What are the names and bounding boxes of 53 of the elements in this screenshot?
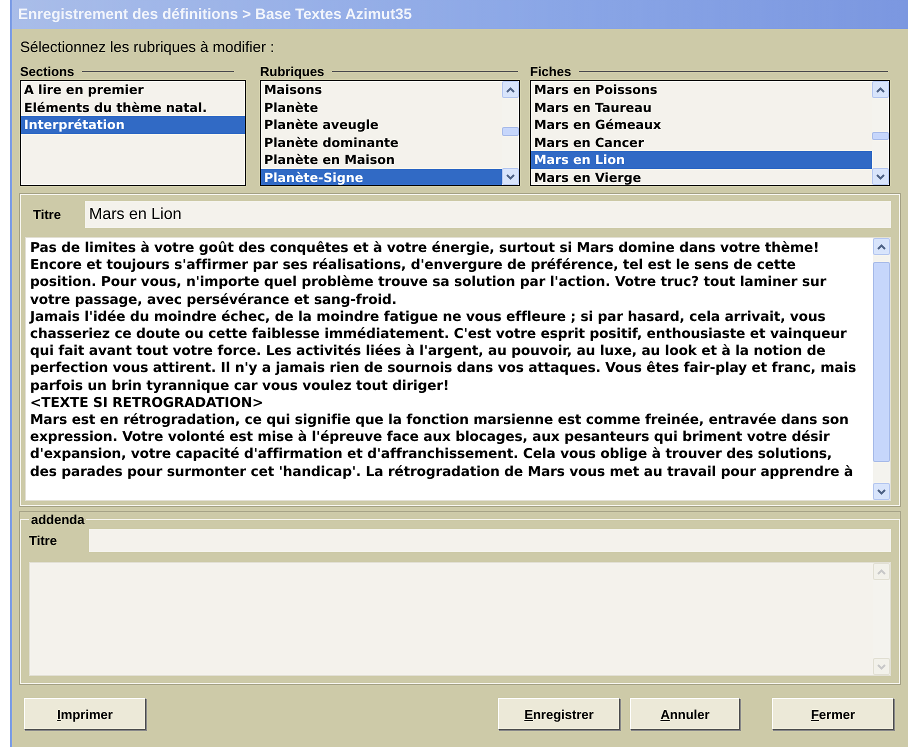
chevron-down-icon	[877, 488, 886, 494]
chevron-down-icon	[877, 664, 886, 670]
body-text: Pas de limites à votre goût des conquêtes et à votre énergie, surtout si Mars domine dans votre thème! Encore et toujours s'affirmer par ses réalisations, d'envergure de préférence, tel est le sens de cette position. Pour vous, n'importe quel problème trouve sa solution par l'action. Votre truc? tout laminer sur votre passage, avec persévérance et sang-froid. Jamais l'idée du moindre échec, de la moindre fatigue ne vous effleure ; si par hasard, cela arrivait, vous chasseriez ce doute ou cette faiblesse immédiatement. C'est votre esprit positif, enthousiaste et vainqueur qui fait avant tout votre force. Les activités liées à l'argent, au pouvoir, au luxe, au look et à la notion de perfection vous attirent. Il n'y a jamais rien de sournois dans vos attaques. Vous êtes fair-play et franc, mais parfois un brin tyrannique car vous voulez tout diriger! <TEXTE SI RETROGRADATION> Mars est en rétrogradation, ce qui signifie que la fonction marsienne est comme freinée, entravée dans son expression. Votre volonté est mise à l'épreuve face aux blocages, aux pesanteurs qui briment votre désir d'expansion, votre capacité d'affirmation et d'affranchissement. Cela vous oblige à trouver des solutions, des parades pour surmonter cet 'handicap'. La rétrogradation de Mars vous met au travail pour apprendre à	[28, 239, 858, 482]
instruction-heading: Sélectionnez les rubriques à modifier :	[20, 39, 276, 57]
list-item[interactable]: Mars en Vierge	[531, 168, 872, 185]
title-label: Titre	[32, 207, 62, 222]
chevron-down-icon	[876, 174, 885, 180]
list-box[interactable]: A lire en premier Eléments du thème natal. Interprétation	[20, 80, 246, 186]
title-field[interactable]	[89, 529, 891, 552]
list-item[interactable]: Interprétation	[21, 116, 245, 134]
list-label: Rubriques	[260, 64, 326, 78]
list-box[interactable]: Mars en Poissons Mars en Taureau Mars en Gémeaux Mars en Cancer Mars en Lion Mars en Vierge	[530, 80, 890, 186]
chevron-down-icon	[506, 174, 515, 180]
list-label: Fiches	[530, 64, 572, 78]
scrollbar-thumb[interactable]	[872, 132, 889, 140]
list-item[interactable]: Maisons	[261, 81, 502, 98]
scroll-up-button[interactable]	[873, 238, 890, 255]
list-item[interactable]: Mars en Taureau	[531, 98, 872, 116]
chevron-up-icon	[506, 86, 515, 92]
scroll-up-button[interactable]	[502, 81, 519, 98]
list-item[interactable]: Mars en Poissons	[531, 81, 872, 98]
scroll-down-button[interactable]	[502, 168, 519, 185]
window-title: Enregistrement des définitions > Base Textes Azimut35	[18, 6, 412, 23]
list-item[interactable]: Planète	[261, 98, 502, 116]
chevron-up-icon	[876, 86, 885, 92]
dialog-button[interactable]: Fermer	[772, 698, 894, 730]
scrollbar-thumb[interactable]	[873, 262, 890, 462]
list-item[interactable]: Planète aveugle	[261, 116, 502, 134]
list-item[interactable]: Mars en Gémeaux	[531, 116, 872, 134]
scroll-up-button[interactable]	[872, 81, 889, 98]
chevron-up-icon	[877, 244, 886, 250]
scrollbar[interactable]	[502, 81, 519, 185]
scrollbar-thumb[interactable]	[502, 127, 519, 136]
list-item[interactable]: Mars en Cancer	[531, 134, 872, 151]
list-item[interactable]: A lire en premier	[21, 81, 245, 98]
scroll-down-button[interactable]	[872, 168, 889, 185]
group-legend: addenda	[29, 512, 86, 527]
list-item[interactable]: Planète dominante	[261, 134, 502, 151]
list-box[interactable]: Maisons Planète Planète aveugle Planète dominante Planète en Maison Planète-Signe	[260, 80, 520, 186]
list-item[interactable]: Planète-Signe	[261, 168, 502, 185]
scrollbar[interactable]	[873, 238, 890, 500]
scroll-down-button[interactable]	[873, 483, 890, 500]
dialog-button[interactable]: Imprimer	[24, 698, 146, 730]
list-item[interactable]: Mars en Lion	[531, 151, 872, 168]
list-item[interactable]: Planète en Maison	[261, 151, 502, 168]
title-label: Titre	[29, 533, 58, 548]
title-field[interactable]: Mars en Lion	[85, 201, 891, 228]
list-label: Sections	[20, 64, 76, 78]
list-item[interactable]: Eléments du thème natal.	[21, 98, 245, 116]
chevron-up-icon	[877, 568, 886, 574]
dialog-button[interactable]: Annuler	[630, 698, 740, 730]
dialog-button[interactable]: Enregistrer	[498, 698, 620, 730]
scrollbar[interactable]	[872, 81, 889, 185]
